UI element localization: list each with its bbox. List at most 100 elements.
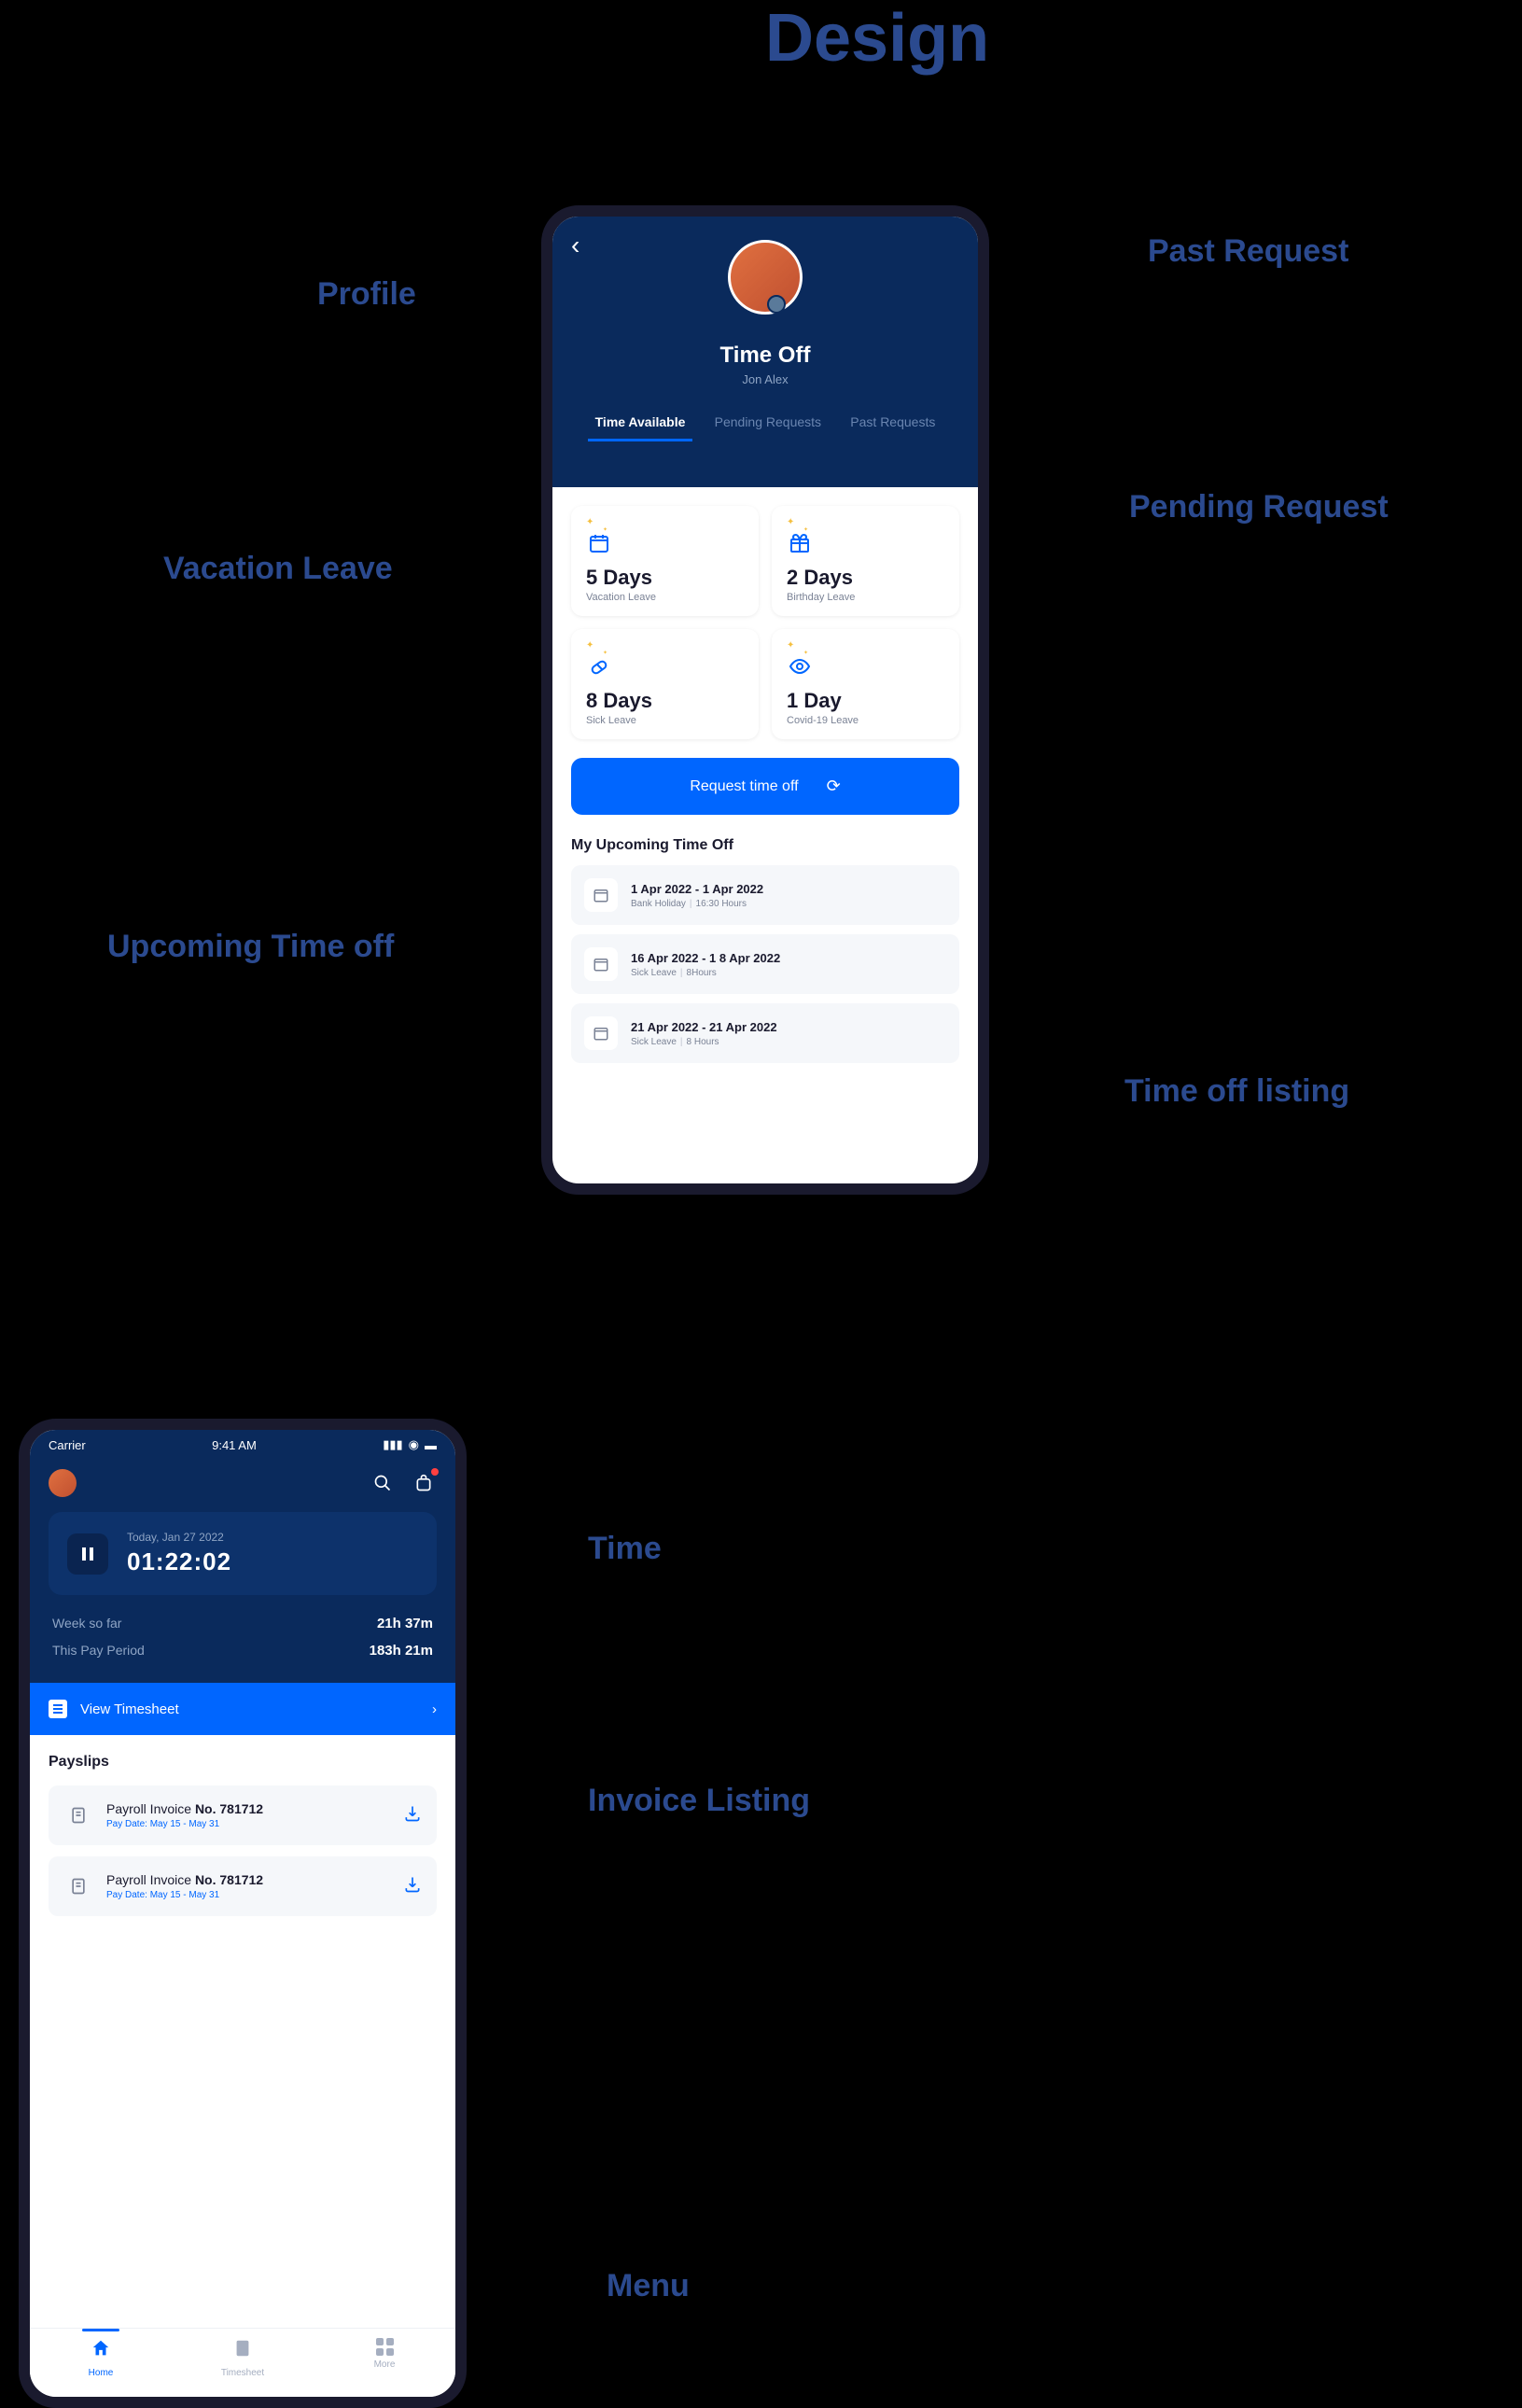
view-timesheet-label: View Timesheet: [80, 1701, 179, 1717]
refresh-icon: ⟳: [827, 777, 841, 796]
timer-elapsed: 01:22:02: [127, 1547, 418, 1576]
receipt-icon: [63, 1800, 93, 1830]
annotation-upcoming-time-off: Upcoming Time off: [107, 929, 394, 965]
week-value: 21h 37m: [377, 1616, 433, 1631]
time-stats: Week so far 21h 37m This Pay Period 183h…: [49, 1610, 437, 1664]
top-bar: [30, 1460, 455, 1512]
sparkle-icon: [787, 646, 944, 653]
download-button[interactable]: [403, 1804, 422, 1827]
leave-card-vacation[interactable]: 5 Days Vacation Leave: [571, 506, 759, 616]
upcoming-timeoff-item[interactable]: 21 Apr 2022 - 21 Apr 2022 Sick Leave|8 H…: [571, 1003, 959, 1063]
home-body: Payslips Payroll Invoice No. 781712 Pay …: [30, 1735, 455, 2328]
wifi-icon: ◉: [409, 1437, 419, 1452]
upcoming-timeoff-item[interactable]: 1 Apr 2022 - 1 Apr 2022 Bank Holiday|16:…: [571, 865, 959, 925]
back-button[interactable]: ‹: [571, 231, 579, 260]
phone-home-screen: Carrier 9:41 AM ▮▮▮ ◉ ▬ Today, Jan 27 20…: [19, 1419, 467, 2408]
timeoff-body: 5 Days Vacation Leave 2 Days Birthday Le…: [552, 487, 978, 1091]
leave-type-label: Birthday Leave: [787, 592, 944, 603]
status-icons: ▮▮▮ ◉ ▬: [383, 1437, 437, 1452]
payslip-item[interactable]: Payroll Invoice No. 781712 Pay Date: May…: [49, 1856, 437, 1916]
leave-cards-grid: 5 Days Vacation Leave 2 Days Birthday Le…: [571, 506, 959, 739]
download-button[interactable]: [403, 1875, 422, 1898]
timeoff-meta: Sick Leave|8 Hours: [631, 1037, 777, 1047]
search-icon: [373, 1474, 392, 1492]
pause-button[interactable]: [67, 1533, 108, 1575]
home-icon: [91, 2338, 111, 2364]
leave-card-sick[interactable]: 8 Days Sick Leave: [571, 629, 759, 739]
tab-label: More: [374, 2359, 396, 2370]
calendar-small-icon: [584, 1016, 618, 1050]
annotation-menu: Menu: [607, 2268, 690, 2304]
view-timesheet-button[interactable]: View Timesheet ›: [30, 1683, 455, 1735]
chevron-right-icon: ›: [432, 1701, 437, 1717]
leave-card-covid[interactable]: 1 Day Covid-19 Leave: [772, 629, 959, 739]
calendar-icon: [586, 530, 612, 556]
sparkle-icon: [586, 646, 744, 653]
bottom-tab-bar: Home Timesheet More: [30, 2328, 455, 2397]
tab-timesheet[interactable]: Timesheet: [172, 2338, 314, 2378]
payslip-title: Payroll Invoice No. 781712: [106, 1872, 390, 1887]
calendar-small-icon: [584, 947, 618, 981]
timer-date: Today, Jan 27 2022: [127, 1531, 418, 1544]
period-value: 183h 21m: [370, 1643, 433, 1659]
download-icon: [403, 1804, 422, 1823]
request-time-off-button[interactable]: Request time off ⟳: [571, 758, 959, 815]
leave-days-value: 8 Days: [586, 689, 744, 713]
calendar-small-icon: [584, 878, 618, 912]
sparkle-icon: [787, 523, 944, 530]
annotation-profile: Profile: [317, 276, 416, 313]
leave-days-value: 1 Day: [787, 689, 944, 713]
tab-home[interactable]: Home: [30, 2338, 172, 2378]
timeoff-meta: Sick Leave|8Hours: [631, 968, 780, 978]
document-icon: [232, 2338, 253, 2364]
week-label: Week so far: [52, 1616, 121, 1631]
timer-card: Today, Jan 27 2022 01:22:02: [49, 1512, 437, 1595]
grid-icon: [376, 2338, 394, 2356]
annotation-time: Time: [588, 1531, 662, 1567]
profile-avatar[interactable]: [728, 240, 803, 315]
tab-label: Home: [89, 2368, 114, 2378]
tab-more[interactable]: More: [314, 2338, 455, 2378]
leave-days-value: 2 Days: [787, 566, 944, 590]
download-icon: [403, 1875, 422, 1894]
annotation-past-request: Past Request: [1148, 233, 1348, 270]
leave-card-birthday[interactable]: 2 Days Birthday Leave: [772, 506, 959, 616]
status-bar: Carrier 9:41 AM ▮▮▮ ◉ ▬: [30, 1430, 455, 1460]
signal-icon: ▮▮▮: [383, 1437, 402, 1452]
receipt-icon: [63, 1871, 93, 1901]
payslip-item[interactable]: Payroll Invoice No. 781712 Pay Date: May…: [49, 1785, 437, 1845]
user-name: Jon Alex: [571, 372, 959, 386]
payslip-title: Payroll Invoice No. 781712: [106, 1801, 390, 1816]
timeoff-date-range: 21 Apr 2022 - 21 Apr 2022: [631, 1020, 777, 1034]
leave-days-value: 5 Days: [586, 566, 744, 590]
annotation-vacation-leave: Vacation Leave: [163, 551, 393, 587]
payslips-title: Payslips: [49, 1754, 437, 1771]
design-heading: Design: [765, 0, 989, 77]
tab-pending-requests[interactable]: Pending Requests: [707, 405, 829, 441]
timeoff-meta: Bank Holiday|16:30 Hours: [631, 899, 763, 909]
annotation-invoice-listing: Invoice Listing: [588, 1783, 810, 1819]
avatar-camera-badge[interactable]: [767, 295, 786, 314]
home-header: Today, Jan 27 2022 01:22:02 Week so far …: [30, 1512, 455, 1683]
timeoff-date-range: 16 Apr 2022 - 1 8 Apr 2022: [631, 951, 780, 965]
upcoming-timeoff-item[interactable]: 16 Apr 2022 - 1 8 Apr 2022 Sick Leave|8H…: [571, 934, 959, 994]
notification-dot: [431, 1468, 439, 1476]
sparkle-icon: [586, 523, 744, 530]
period-label: This Pay Period: [52, 1643, 145, 1659]
status-time: 9:41 AM: [212, 1438, 257, 1452]
request-button-label: Request time off: [690, 778, 798, 795]
payslip-date: Pay Date: May 15 - May 31: [106, 1819, 390, 1829]
battery-icon: ▬: [425, 1438, 437, 1452]
tab-past-requests[interactable]: Past Requests: [843, 405, 943, 441]
search-button[interactable]: [370, 1470, 396, 1496]
annotation-time-off-listing: Time off listing: [1124, 1073, 1349, 1110]
notifications-button[interactable]: [411, 1470, 437, 1496]
tab-label: Timesheet: [221, 2368, 264, 2378]
tab-time-available[interactable]: Time Available: [588, 405, 693, 441]
leave-type-label: Vacation Leave: [586, 592, 744, 603]
upcoming-section-title: My Upcoming Time Off: [571, 837, 959, 854]
eye-icon: [787, 653, 813, 679]
avatar-small[interactable]: [49, 1469, 77, 1497]
timeoff-date-range: 1 Apr 2022 - 1 Apr 2022: [631, 882, 763, 896]
gift-icon: [787, 530, 813, 556]
